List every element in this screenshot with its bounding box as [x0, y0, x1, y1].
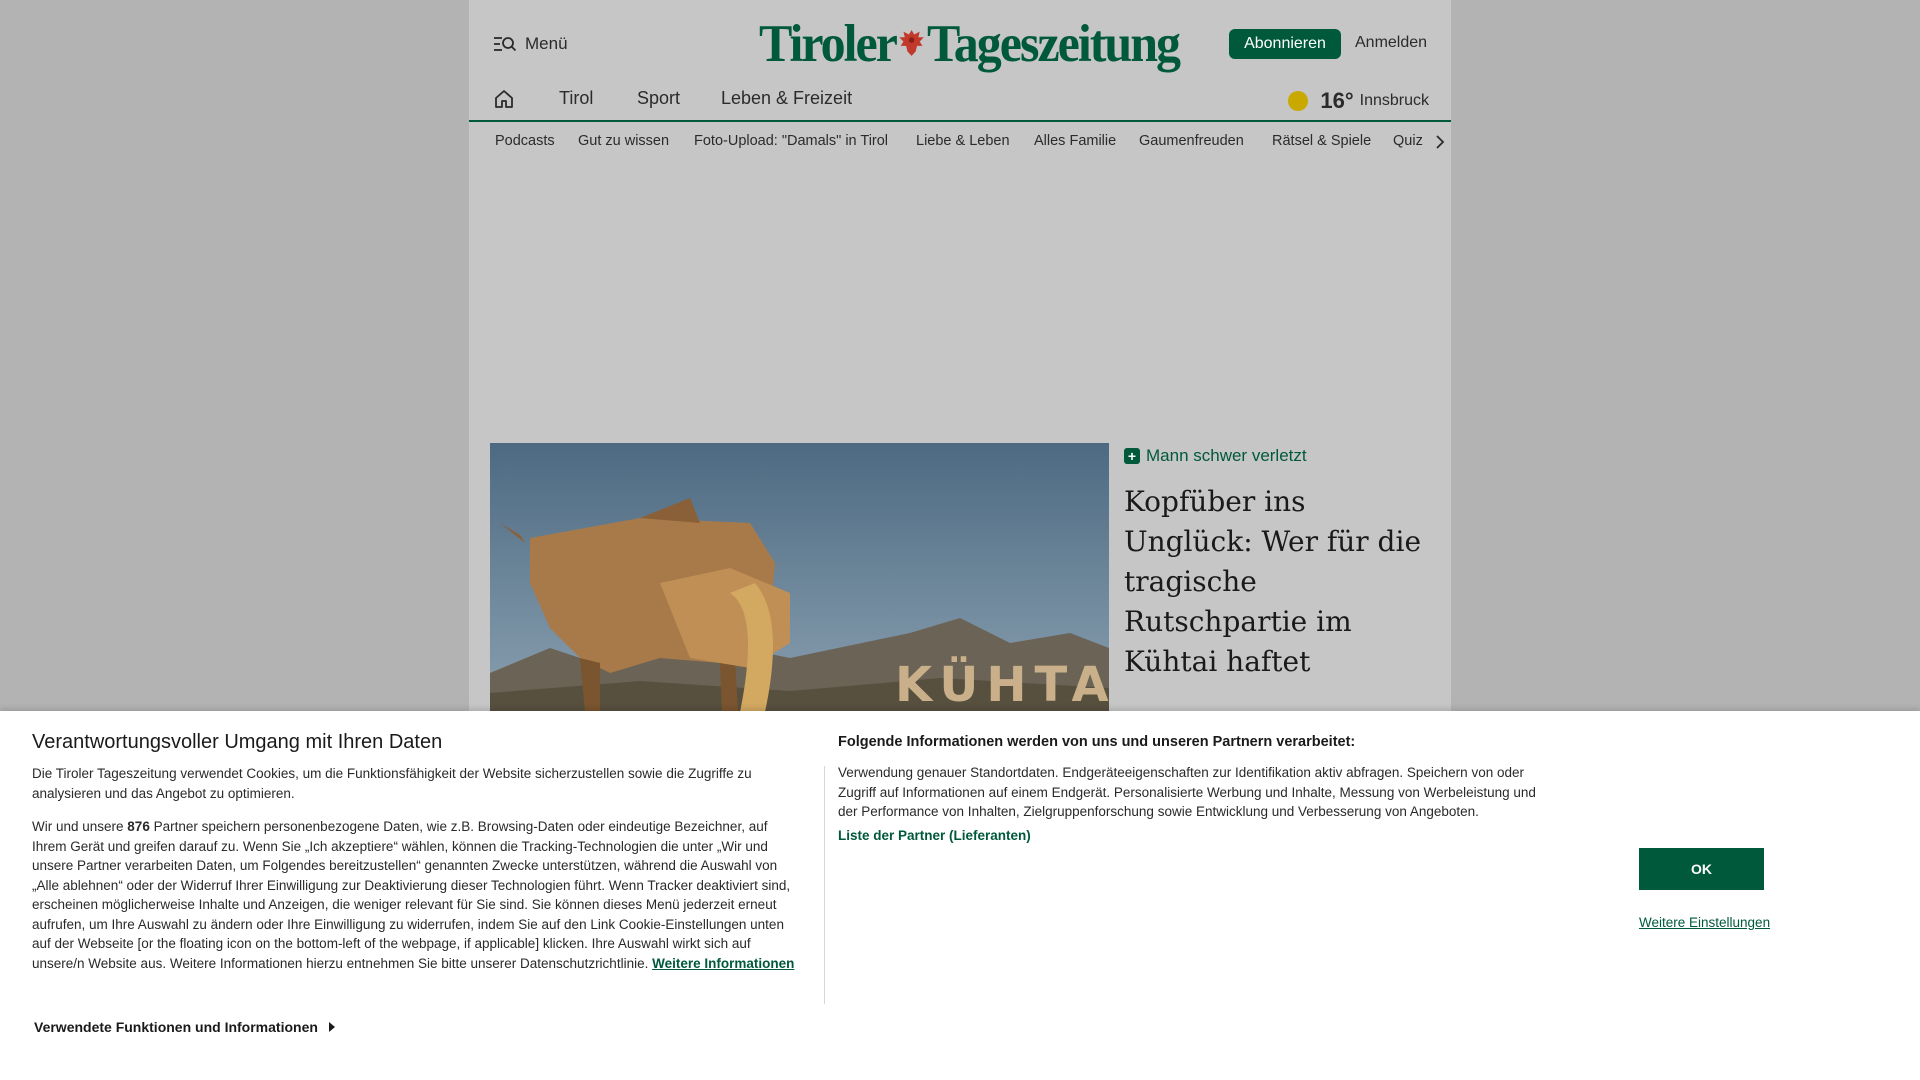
main-nav: Tirol Sport Leben & Freizeit 16° Innsbru…	[469, 80, 1451, 122]
weather-widget[interactable]: 16° Innsbruck	[1288, 88, 1429, 114]
teaser-kicker-text: Mann schwer verletzt	[1146, 446, 1307, 465]
processing-title: Folgende Informationen werden von uns un…	[838, 734, 1356, 750]
nav-item-sport[interactable]: Sport	[637, 88, 680, 109]
site-header: Menü Tiroler Tageszeitung Abonnieren Anm…	[469, 0, 1451, 80]
nav-item-leben-freizeit[interactable]: Leben & Freizeit	[721, 88, 852, 109]
chevron-right-icon[interactable]	[1435, 134, 1445, 150]
subnav-item-foto-upload[interactable]: Foto-Upload: "Damals" in Tirol	[694, 133, 888, 149]
more-info-link[interactable]: Weitere Informationen	[652, 956, 794, 971]
menu-search-icon	[494, 37, 517, 52]
menu-button[interactable]: Menü	[493, 32, 568, 56]
subscribe-button[interactable]: Abonnieren	[1229, 29, 1341, 59]
partner-list-link[interactable]: Liste der Partner (Lieferanten)	[838, 828, 1031, 843]
teaser-title[interactable]: Kopfüber ins Unglück: Wer für die tragis…	[1124, 482, 1442, 682]
processing-text: Verwendung genauer Standortdaten. Endger…	[838, 765, 1536, 819]
consent-divider	[824, 766, 825, 1004]
sun-icon	[1288, 91, 1309, 111]
site-page: Menü Tiroler Tageszeitung Abonnieren Anm…	[469, 0, 1451, 712]
subnav-item-liebe-leben[interactable]: Liebe & Leben	[916, 133, 1010, 149]
logo-text-left: Tiroler	[759, 13, 898, 73]
tyrolean-eagle-icon	[899, 30, 924, 56]
partner-count: 876	[127, 819, 150, 834]
subnav-item-podcasts[interactable]: Podcasts	[495, 133, 555, 149]
caret-right-icon	[328, 1022, 335, 1032]
site-logo[interactable]: Tiroler Tageszeitung	[759, 13, 1181, 74]
teaser-kicker[interactable]: + Mann schwer verletzt	[1124, 446, 1307, 466]
consent-detail-text: Wir und unsere 876 Partner speichern per…	[32, 817, 804, 973]
consent-title: Verantwortungsvoller Umgang mit Ihren Da…	[32, 731, 443, 753]
teaser-photo: KÜHTAI	[490, 443, 1109, 712]
consent-detail-text-start: Wir und unsere	[32, 819, 128, 834]
weather-city: Innsbruck	[1359, 92, 1429, 109]
logo-text-right: Tageszeitung	[927, 13, 1181, 73]
ok-button[interactable]: OK	[1639, 848, 1764, 890]
weather-temperature: 16°	[1320, 88, 1354, 113]
consent-detail-text-rest: Partner speichern personenbezogene Daten…	[32, 819, 791, 971]
more-settings-link[interactable]: Weitere Einstellungen	[1639, 915, 1770, 930]
subnav-item-gaumenfreuden[interactable]: Gaumenfreuden	[1139, 133, 1244, 149]
sub-nav: Podcasts Gut zu wissen Foto-Upload: "Dam…	[469, 122, 1451, 162]
login-link[interactable]: Anmelden	[1355, 34, 1427, 52]
teaser-image-sign: KÜHTAI	[895, 656, 1109, 712]
functions-expander[interactable]: Verwendete Funktionen und Informationen	[34, 1019, 336, 1035]
subnav-item-raetsel-spiele[interactable]: Rätsel & Spiele	[1272, 133, 1371, 149]
consent-banner: Verantwortungsvoller Umgang mit Ihren Da…	[0, 711, 1920, 1080]
subnav-item-gut-zu-wissen[interactable]: Gut zu wissen	[578, 133, 669, 149]
plus-icon: +	[1124, 448, 1140, 464]
nav-item-tirol[interactable]: Tirol	[559, 88, 593, 109]
subnav-item-quiz[interactable]: Quiz	[1393, 133, 1423, 149]
menu-label: Menü	[525, 34, 568, 53]
consent-intro-text: Die Tiroler Tageszeitung verwendet Cooki…	[32, 766, 752, 801]
teaser-image[interactable]: KÜHTAI	[490, 443, 1109, 712]
subnav-item-alles-familie[interactable]: Alles Familie	[1034, 133, 1116, 149]
functions-expander-label: Verwendete Funktionen und Informationen	[34, 1019, 318, 1035]
home-icon[interactable]	[493, 88, 515, 110]
